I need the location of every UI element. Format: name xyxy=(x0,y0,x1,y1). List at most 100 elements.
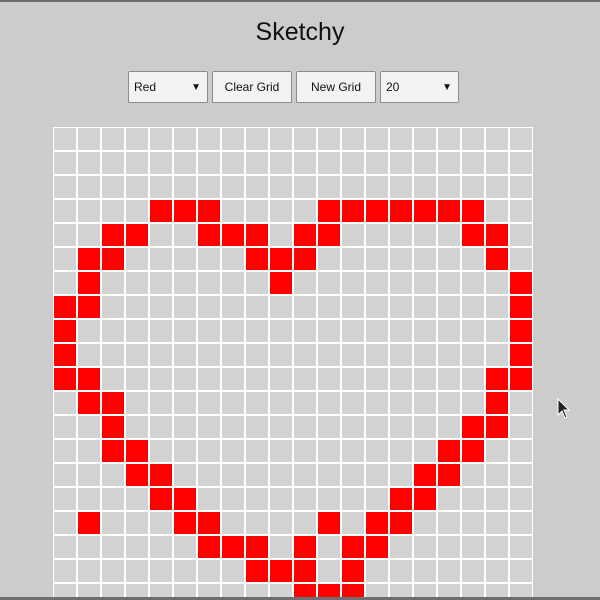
grid-cell[interactable] xyxy=(366,272,388,294)
grid-cell[interactable] xyxy=(438,152,460,174)
new-grid-button[interactable]: New Grid xyxy=(296,71,376,103)
grid-cell[interactable] xyxy=(150,272,172,294)
grid-cell[interactable] xyxy=(438,296,460,318)
grid-cell[interactable] xyxy=(390,368,412,390)
grid-cell[interactable] xyxy=(438,440,460,462)
grid-cell[interactable] xyxy=(438,128,460,150)
grid-cell[interactable] xyxy=(438,488,460,510)
grid-cell[interactable] xyxy=(150,536,172,558)
grid-cell[interactable] xyxy=(150,176,172,198)
grid-cell[interactable] xyxy=(126,440,148,462)
grid-cell[interactable] xyxy=(366,320,388,342)
grid-cell[interactable] xyxy=(246,248,268,270)
grid-cell[interactable] xyxy=(414,152,436,174)
grid-cell[interactable] xyxy=(270,560,292,582)
grid-cell[interactable] xyxy=(510,392,532,414)
grid-cell[interactable] xyxy=(150,248,172,270)
grid-cell[interactable] xyxy=(78,560,100,582)
grid-cell[interactable] xyxy=(54,296,76,318)
grid-cell[interactable] xyxy=(102,392,124,414)
grid-cell[interactable] xyxy=(78,344,100,366)
grid-cell[interactable] xyxy=(294,248,316,270)
grid-cell[interactable] xyxy=(78,512,100,534)
grid-cell[interactable] xyxy=(438,344,460,366)
grid-cell[interactable] xyxy=(342,392,364,414)
grid-cell[interactable] xyxy=(270,248,292,270)
grid-cell[interactable] xyxy=(462,344,484,366)
grid-cell[interactable] xyxy=(54,392,76,414)
grid-cell[interactable] xyxy=(390,296,412,318)
grid-cell[interactable] xyxy=(486,176,508,198)
grid-cell[interactable] xyxy=(150,200,172,222)
grid-cell[interactable] xyxy=(102,152,124,174)
grid-cell[interactable] xyxy=(198,344,220,366)
grid-cell[interactable] xyxy=(342,344,364,366)
grid-cell[interactable] xyxy=(150,416,172,438)
grid-cell[interactable] xyxy=(102,560,124,582)
grid-cell[interactable] xyxy=(438,464,460,486)
grid-cell[interactable] xyxy=(126,320,148,342)
grid-cell[interactable] xyxy=(78,296,100,318)
grid-cell[interactable] xyxy=(270,296,292,318)
grid-cell[interactable] xyxy=(246,368,268,390)
grid-cell[interactable] xyxy=(174,128,196,150)
grid-cell[interactable] xyxy=(54,272,76,294)
grid-cell[interactable] xyxy=(486,488,508,510)
grid-cell[interactable] xyxy=(366,512,388,534)
grid-cell[interactable] xyxy=(510,248,532,270)
grid-cell[interactable] xyxy=(366,416,388,438)
grid-cell[interactable] xyxy=(510,440,532,462)
grid-cell[interactable] xyxy=(54,488,76,510)
grid-cell[interactable] xyxy=(486,536,508,558)
grid-cell[interactable] xyxy=(462,464,484,486)
grid-cell[interactable] xyxy=(222,272,244,294)
grid-cell[interactable] xyxy=(438,392,460,414)
grid-cell[interactable] xyxy=(366,152,388,174)
grid-cell[interactable] xyxy=(246,344,268,366)
grid-cell[interactable] xyxy=(414,272,436,294)
grid-cell[interactable] xyxy=(462,368,484,390)
grid-cell[interactable] xyxy=(150,392,172,414)
grid-cell[interactable] xyxy=(510,464,532,486)
grid-cell[interactable] xyxy=(462,248,484,270)
grid-cell[interactable] xyxy=(342,248,364,270)
grid-cell[interactable] xyxy=(294,368,316,390)
grid-cell[interactable] xyxy=(462,296,484,318)
grid-cell[interactable] xyxy=(270,272,292,294)
grid-cell[interactable] xyxy=(102,128,124,150)
grid-cell[interactable] xyxy=(366,248,388,270)
grid-cell[interactable] xyxy=(438,416,460,438)
grid-cell[interactable] xyxy=(318,152,340,174)
grid-cell[interactable] xyxy=(54,416,76,438)
grid-cell[interactable] xyxy=(126,464,148,486)
grid-cell[interactable] xyxy=(270,464,292,486)
grid-cell[interactable] xyxy=(198,440,220,462)
grid-cell[interactable] xyxy=(222,224,244,246)
grid-cell[interactable] xyxy=(318,512,340,534)
grid-cell[interactable] xyxy=(294,224,316,246)
grid-cell[interactable] xyxy=(270,368,292,390)
grid-cell[interactable] xyxy=(462,320,484,342)
grid-cell[interactable] xyxy=(174,368,196,390)
grid-cell[interactable] xyxy=(318,224,340,246)
grid-cell[interactable] xyxy=(174,296,196,318)
grid-cell[interactable] xyxy=(510,128,532,150)
grid-cell[interactable] xyxy=(390,392,412,414)
grid-cell[interactable] xyxy=(222,128,244,150)
grid-cell[interactable] xyxy=(414,392,436,414)
grid-cell[interactable] xyxy=(102,248,124,270)
grid-cell[interactable] xyxy=(126,200,148,222)
grid-cell[interactable] xyxy=(270,128,292,150)
grid-size-select[interactable]: 20 ▼ xyxy=(380,71,459,103)
grid-cell[interactable] xyxy=(246,320,268,342)
grid-cell[interactable] xyxy=(486,272,508,294)
grid-cell[interactable] xyxy=(102,320,124,342)
grid-cell[interactable] xyxy=(174,152,196,174)
grid-cell[interactable] xyxy=(126,296,148,318)
grid-cell[interactable] xyxy=(78,200,100,222)
grid-cell[interactable] xyxy=(486,464,508,486)
grid-cell[interactable] xyxy=(102,368,124,390)
grid-cell[interactable] xyxy=(150,224,172,246)
grid-cell[interactable] xyxy=(390,536,412,558)
grid-cell[interactable] xyxy=(438,320,460,342)
